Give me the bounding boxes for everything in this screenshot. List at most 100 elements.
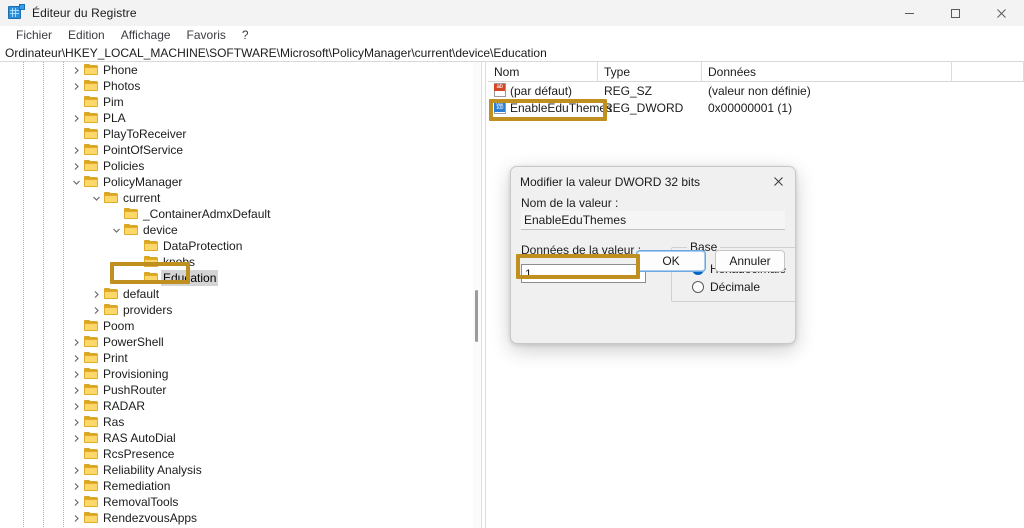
value-row[interactable]: ab (par défaut) REG_SZ (valeur non définie) [488,82,1024,99]
close-icon[interactable] [978,0,1024,26]
registry-tree-pane: Phone Photos Pim PLA PlayToReceiver PointOfSe… [0,62,481,528]
folder-icon [143,254,159,270]
tree-item-policymanager[interactable]: PolicyManager [0,174,473,190]
tree-item-removaltools[interactable]: RemovalTools [0,494,473,510]
tree-item-label: default [123,287,160,301]
chevron-right-icon[interactable] [70,350,82,366]
tree-item-powershell[interactable]: PowerShell [0,334,473,350]
chevron-right-icon[interactable] [70,398,82,414]
value-data-input[interactable] [521,264,646,283]
tree-item-playtoreceiver[interactable]: PlayToReceiver [0,126,473,142]
dword-value-icon: 011 100 [493,100,508,115]
chevron-right-icon[interactable] [70,158,82,174]
maximize-icon[interactable] [932,0,978,26]
tree-item-default[interactable]: default [0,286,473,302]
chevron-right-icon[interactable] [70,366,82,382]
tree-vertical-scrollbar[interactable] [473,62,480,528]
dialog-close-icon[interactable] [761,167,795,196]
tree-item-remediation[interactable]: Remediation [0,478,473,494]
tree-item-label: RendezvousApps [103,511,198,525]
chevron-right-icon[interactable] [70,494,82,510]
ok-button[interactable]: OK [636,250,706,272]
folder-icon [83,350,99,366]
tree-item-label: DataProtection [163,239,243,253]
tree-item-provisioning[interactable]: Provisioning [0,366,473,382]
chevron-right-icon[interactable] [90,302,102,318]
values-column-header: Nom Type Données [488,62,1024,82]
chevron-right-icon[interactable] [70,78,82,94]
tree-item--containeradmxdefault[interactable]: _ContainerAdmxDefault [0,206,473,222]
radio-decimal[interactable]: Décimale [692,278,786,296]
chevron-right-icon[interactable] [70,334,82,350]
column-header-nom[interactable]: Nom [488,62,598,82]
chevron-right-icon[interactable] [70,382,82,398]
folder-icon [83,334,99,350]
menu-item-edition[interactable]: Edition [60,26,113,44]
tree-item-photos[interactable]: Photos [0,78,473,94]
tree-item-dataprotection[interactable]: DataProtection [0,238,473,254]
tree-item-rcspresence[interactable]: RcsPresence [0,446,473,462]
chevron-right-icon[interactable] [70,62,82,78]
cancel-button[interactable]: Annuler [715,250,785,272]
value-name: EnableEduThemes [510,100,613,115]
tree-item-reliability-analysis[interactable]: Reliability Analysis [0,462,473,478]
tree-item-label: Provisioning [103,367,169,381]
folder-icon [83,174,99,190]
column-header-blank[interactable] [952,62,1024,82]
radio-decimal-label: Décimale [710,279,761,294]
chevron-right-icon[interactable] [70,462,82,478]
window-title: Éditeur du Registre [32,5,137,20]
tree-item-rendezvousapps[interactable]: RendezvousApps [0,510,473,526]
chevron-right-icon[interactable] [70,414,82,430]
folder-icon [123,206,139,222]
value-name-input[interactable] [521,211,785,230]
tree-item-label: knobs [163,255,196,269]
tree-item-current[interactable]: current [0,190,473,206]
radio-decimal-indicator [692,280,704,293]
chevron-down-icon[interactable] [70,174,82,190]
tree-item-pla[interactable]: PLA [0,110,473,126]
tree-item-pim[interactable]: Pim [0,94,473,110]
column-header-type[interactable]: Type [598,62,702,82]
tree-item-poom[interactable]: Poom [0,318,473,334]
tree-item-policies[interactable]: Policies [0,158,473,174]
minimize-icon[interactable] [886,0,932,26]
tree-item-label: PowerShell [103,335,164,349]
tree-item-label: Photos [103,79,141,93]
address-bar[interactable]: Ordinateur\HKEY_LOCAL_MACHINE\SOFTWARE\M… [0,44,1024,62]
tree-item-education[interactable]: Education [0,270,473,286]
chevron-right-icon[interactable] [70,510,82,526]
value-name-label: Nom de la valeur : [521,196,619,210]
tree-item-pushrouter[interactable]: PushRouter [0,382,473,398]
column-header-donn-es[interactable]: Données [702,62,952,82]
menu-item-help[interactable]: ? [234,26,257,44]
menu-item-fichier[interactable]: Fichier [8,26,60,44]
menu-item-affichage[interactable]: Affichage [113,26,179,44]
tree-item-label: Poom [103,319,135,333]
tree-item-ras[interactable]: Ras [0,414,473,430]
pane-splitter[interactable] [481,62,486,528]
value-data: 0x00000001 (1) [708,100,793,115]
folder-icon [83,78,99,94]
tree-item-device[interactable]: device [0,222,473,238]
tree-item-print[interactable]: Print [0,350,473,366]
tree-item-knobs[interactable]: knobs [0,254,473,270]
tree-item-pointofservice[interactable]: PointOfService [0,142,473,158]
menu-item-favoris[interactable]: Favoris [179,26,234,44]
chevron-right-icon[interactable] [70,142,82,158]
tree-item-radar[interactable]: RADAR [0,398,473,414]
tree-item-label: RADAR [103,399,146,413]
tree-item-phone[interactable]: Phone [0,62,473,78]
chevron-right-icon[interactable] [70,430,82,446]
tree-item-ras-autodial[interactable]: RAS AutoDial [0,430,473,446]
tree-item-label: PushRouter [103,383,167,397]
chevron-right-icon[interactable] [90,286,102,302]
chevron-down-icon[interactable] [90,190,102,206]
chevron-down-icon[interactable] [110,222,122,238]
chevron-right-icon[interactable] [70,110,82,126]
tree-item-label: PointOfService [103,143,184,157]
dialog-buttons: OK Annuler [636,250,785,272]
tree-item-providers[interactable]: providers [0,302,473,318]
value-row[interactable]: 011 100 EnableEduThemes REG_DWORD 0x00000001… [488,99,1024,116]
chevron-right-icon[interactable] [70,478,82,494]
